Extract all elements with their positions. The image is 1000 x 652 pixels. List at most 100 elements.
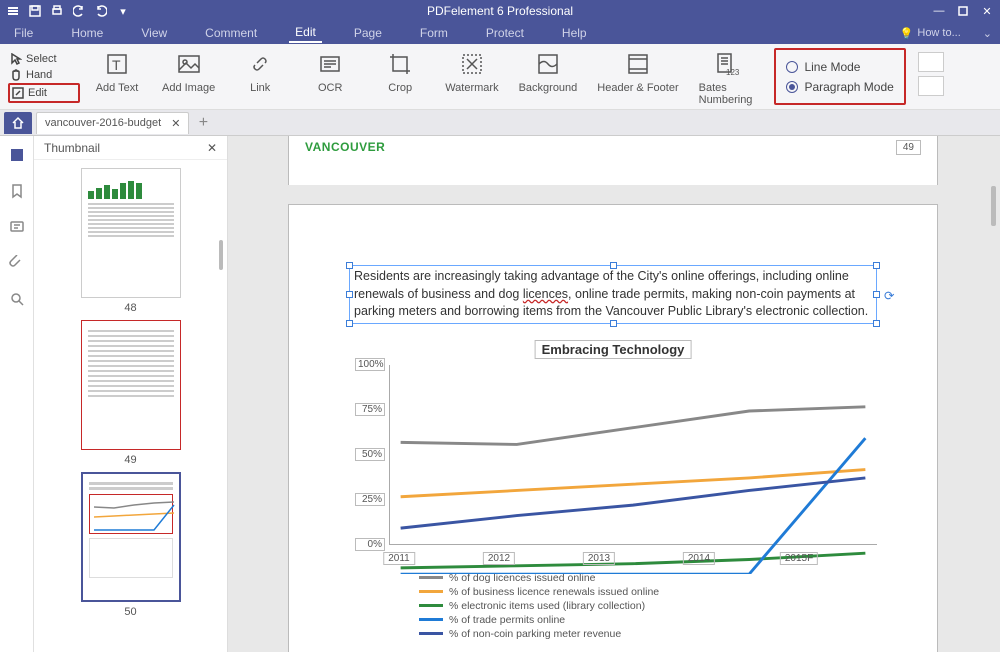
close-icon[interactable]: ✕ — [980, 4, 994, 18]
y-tick: 50% — [355, 448, 385, 461]
edit-mode-group: Line Mode Paragraph Mode — [774, 48, 905, 105]
new-tab-button[interactable]: + — [193, 113, 213, 133]
link-button[interactable]: Link — [235, 50, 285, 94]
panel-close-icon[interactable]: ✕ — [207, 141, 217, 155]
hand-tool[interactable]: Hand — [8, 67, 80, 83]
menu-home[interactable]: Home — [65, 24, 109, 42]
edit-tool[interactable]: Edit — [8, 83, 80, 103]
resize-handle[interactable] — [873, 320, 880, 327]
hand-label: Hand — [26, 69, 52, 81]
ocr-button[interactable]: OCR — [305, 50, 355, 94]
ribbon-toolbar: Select Hand Edit TAdd Text Add Image Link O… — [0, 44, 1000, 110]
thumbnail-panel: Thumbnail ✕ 484950 — [34, 136, 228, 652]
resize-handle[interactable] — [346, 291, 353, 298]
y-tick: 25% — [355, 493, 385, 506]
pdf-page-previous: VANCOUVER 49 — [288, 136, 938, 185]
dropdown-icon[interactable]: ▾ — [116, 4, 130, 18]
crop-icon — [386, 50, 414, 78]
crop-button[interactable]: Crop — [375, 50, 425, 94]
align-btn-2[interactable] — [918, 76, 944, 96]
home-tab[interactable] — [4, 112, 32, 134]
menu-form[interactable]: Form — [414, 24, 454, 42]
tab-close-icon[interactable]: ✕ — [171, 117, 180, 130]
add-image-button[interactable]: Add Image — [162, 50, 215, 94]
add-image-icon — [175, 50, 203, 78]
line-mode-radio[interactable]: Line Mode — [786, 60, 893, 74]
header-footer-button[interactable]: Header & Footer — [597, 50, 678, 94]
ocr-icon — [316, 50, 344, 78]
paragraph-text[interactable]: Residents are increasingly taking advant… — [354, 269, 868, 318]
radio-icon — [786, 61, 798, 73]
header-footer-icon — [624, 50, 652, 78]
resize-handle[interactable] — [346, 320, 353, 327]
y-tick: 100% — [355, 358, 385, 371]
doc-scrollbar[interactable] — [991, 186, 996, 226]
chevron-down-icon[interactable]: ⌄ — [983, 27, 992, 40]
resize-handle[interactable] — [873, 291, 880, 298]
menu-comment[interactable]: Comment — [199, 24, 263, 42]
document-tab[interactable]: vancouver-2016-budget ✕ — [36, 112, 189, 134]
save-icon[interactable] — [28, 4, 42, 18]
legend-item: % electronic items used (library collect… — [419, 599, 877, 613]
thumbnail-rail-icon[interactable] — [8, 146, 26, 164]
legend-item: % of business licence renewals issued on… — [419, 585, 877, 599]
align-btn-1[interactable] — [918, 52, 944, 72]
selected-text-block[interactable]: ⟳ Residents are increasingly taking adva… — [349, 265, 877, 324]
menu-view[interactable]: View — [135, 24, 173, 42]
paragraph-mode-label: Paragraph Mode — [804, 80, 893, 94]
paragraph-mode-radio[interactable]: Paragraph Mode — [786, 80, 893, 94]
menu-help[interactable]: Help — [556, 24, 593, 42]
bookmark-rail-icon[interactable] — [8, 182, 26, 200]
help-link[interactable]: 💡 How to... ⌄ — [900, 27, 992, 40]
redo-icon[interactable] — [94, 4, 108, 18]
quick-access-toolbar: ▾ — [0, 4, 130, 18]
radio-icon — [786, 81, 798, 93]
resize-handle[interactable] — [610, 320, 617, 327]
maximize-icon[interactable] — [956, 4, 970, 18]
undo-icon[interactable] — [72, 4, 86, 18]
watermark-button[interactable]: Watermark — [445, 50, 498, 94]
menu-protect[interactable]: Protect — [480, 24, 530, 42]
attachment-rail-icon[interactable] — [8, 254, 26, 272]
bates-numbering-button[interactable]: 123BatesNumbering — [699, 50, 753, 106]
x-tick: 2014 — [683, 552, 715, 565]
print-icon[interactable] — [50, 4, 64, 18]
background-button[interactable]: Background — [519, 50, 578, 94]
thumbnail-page[interactable]: 48 — [81, 168, 181, 314]
resize-handle[interactable] — [610, 262, 617, 269]
resize-handle[interactable] — [346, 262, 353, 269]
menu-icon[interactable] — [6, 4, 20, 18]
select-label: Select — [26, 53, 57, 65]
thumbnail-list: 484950 — [34, 160, 227, 652]
main-area: Thumbnail ✕ 484950 VANCOUVER 49 — [0, 136, 1000, 652]
link-icon — [246, 50, 274, 78]
annotation-rail-icon[interactable] — [8, 218, 26, 236]
tab-title: vancouver-2016-budget — [45, 117, 161, 129]
title-bar: ▾ PDFelement 6 Professional — ✕ — [0, 0, 1000, 22]
ribbon-tools: TAdd Text Add Image Link OCR Crop Watermark Ba… — [80, 44, 764, 109]
document-tabs: vancouver-2016-budget ✕ + — [0, 110, 1000, 136]
legend-item: % of non-coin parking meter revenue — [419, 627, 877, 641]
thumbnail-page[interactable]: 50 — [81, 472, 181, 618]
resize-handle[interactable] — [873, 262, 880, 269]
x-tick: 2013 — [583, 552, 615, 565]
menu-file[interactable]: File — [8, 24, 39, 42]
chart-legend: % of dog licences issued online% of busi… — [419, 571, 877, 641]
thumb-scrollbar[interactable] — [219, 240, 223, 270]
menu-edit[interactable]: Edit — [289, 23, 322, 43]
search-rail-icon[interactable] — [8, 290, 26, 308]
thumbnail-title: Thumbnail — [44, 141, 100, 155]
document-canvas[interactable]: VANCOUVER 49 ⟳ Residents are increasingl… — [228, 136, 1000, 652]
y-tick: 0% — [355, 538, 385, 551]
watermark-icon — [458, 50, 486, 78]
menu-page[interactable]: Page — [348, 24, 388, 42]
edit-label: Edit — [28, 87, 47, 99]
add-text-button[interactable]: TAdd Text — [92, 50, 142, 94]
minimize-icon[interactable]: — — [932, 4, 946, 18]
select-tool[interactable]: Select — [8, 51, 80, 67]
thumbnail-page[interactable]: 49 — [81, 320, 181, 466]
rotate-handle-icon[interactable]: ⟳ — [884, 288, 896, 300]
add-text-icon: T — [103, 50, 131, 78]
menu-bar: File Home View Comment Edit Page Form Protect He… — [0, 22, 1000, 44]
chart: 0%25%50%75%100%20112012201320142015F — [389, 365, 877, 565]
